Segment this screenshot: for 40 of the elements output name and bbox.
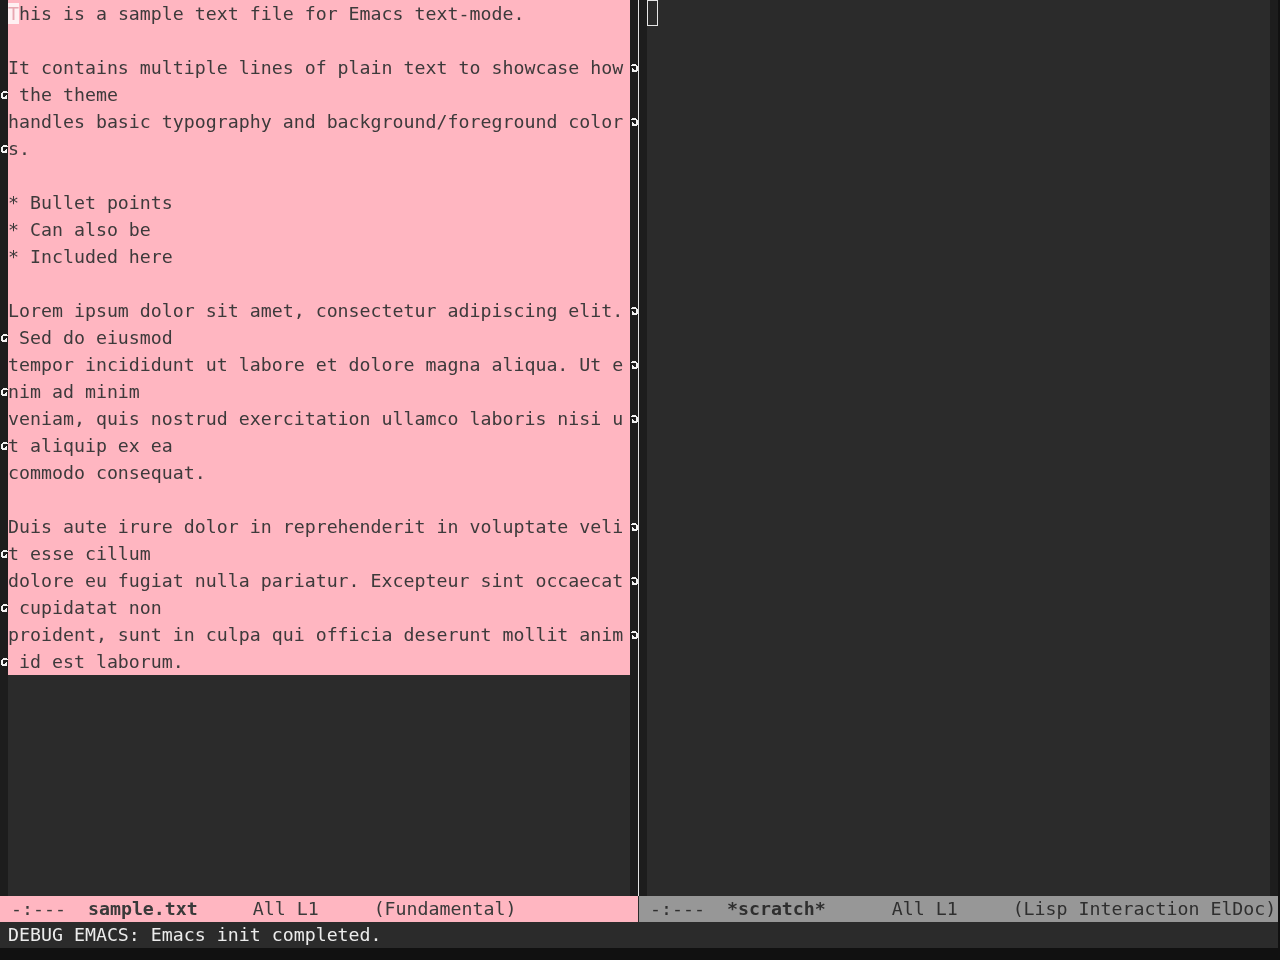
text-line: t esse cillum [8,543,151,564]
text-line: commodo consequat. [8,462,206,483]
cursor-icon [647,0,658,26]
buffer-name: sample.txt [87,897,198,921]
text-area[interactable] [8,0,630,675]
text-line: * Bullet points [8,192,173,213]
text-line: Duis aute irure dolor in reprehenderit in voluptate veli [8,516,624,537]
text-line: This is a sample text file for Emacs text-mode. [8,3,525,24]
echo-message: DEBUG EMACS: Emacs init completed. [8,924,382,945]
cursor-position: All L1 [252,897,319,921]
text-line: dolore eu fugiat nulla pariatur. Excepteur sint occaecat [8,570,624,591]
curved-arrow-icon [0,441,8,450]
modified-status: -:--- [11,897,66,921]
curved-arrow-icon [0,333,8,342]
text-line: Sed do eiusmod [18,327,173,348]
text-line: * Included here [8,246,173,267]
text-line: id est laborum. [18,651,184,672]
curved-arrow-icon [0,603,8,612]
buffer-name: *scratch* [726,897,826,921]
text-line: Lorem ipsum dolor sit amet, consectetur adipiscing elit. [8,300,624,321]
curved-arrow-icon [0,387,8,396]
text-line: handles basic typography and background/foreground color [8,111,624,132]
text-line: nim ad minim [8,381,140,402]
cursor-position: All L1 [891,897,958,921]
modified-status: -:--- [650,897,705,921]
curved-arrow-icon [0,90,8,99]
text-line: proident, sunt in culpa qui officia deserunt mollit anim [8,624,624,645]
curved-arrow-icon [0,549,8,558]
text-line: the theme [18,84,118,105]
text-line: It contains multiple lines of plain text to showcase how [8,57,624,78]
text-line: tempor incididunt ut labore et dolore magna aliqua. Ut e [8,354,624,375]
text-line: * Can also be [8,219,151,240]
curved-arrow-icon [0,657,8,666]
major-mode: (Fundamental) [373,897,517,921]
text-line: t aliquip ex ea [8,435,173,456]
major-mode: (Lisp Interaction ElDoc) [1012,897,1277,921]
text-line: veniam, quis nostrud exercitation ullamco laboris nisi u [8,408,624,429]
curved-arrow-icon [0,144,8,153]
text-line: s. [8,138,30,159]
text-line: cupidatat non [18,597,162,618]
